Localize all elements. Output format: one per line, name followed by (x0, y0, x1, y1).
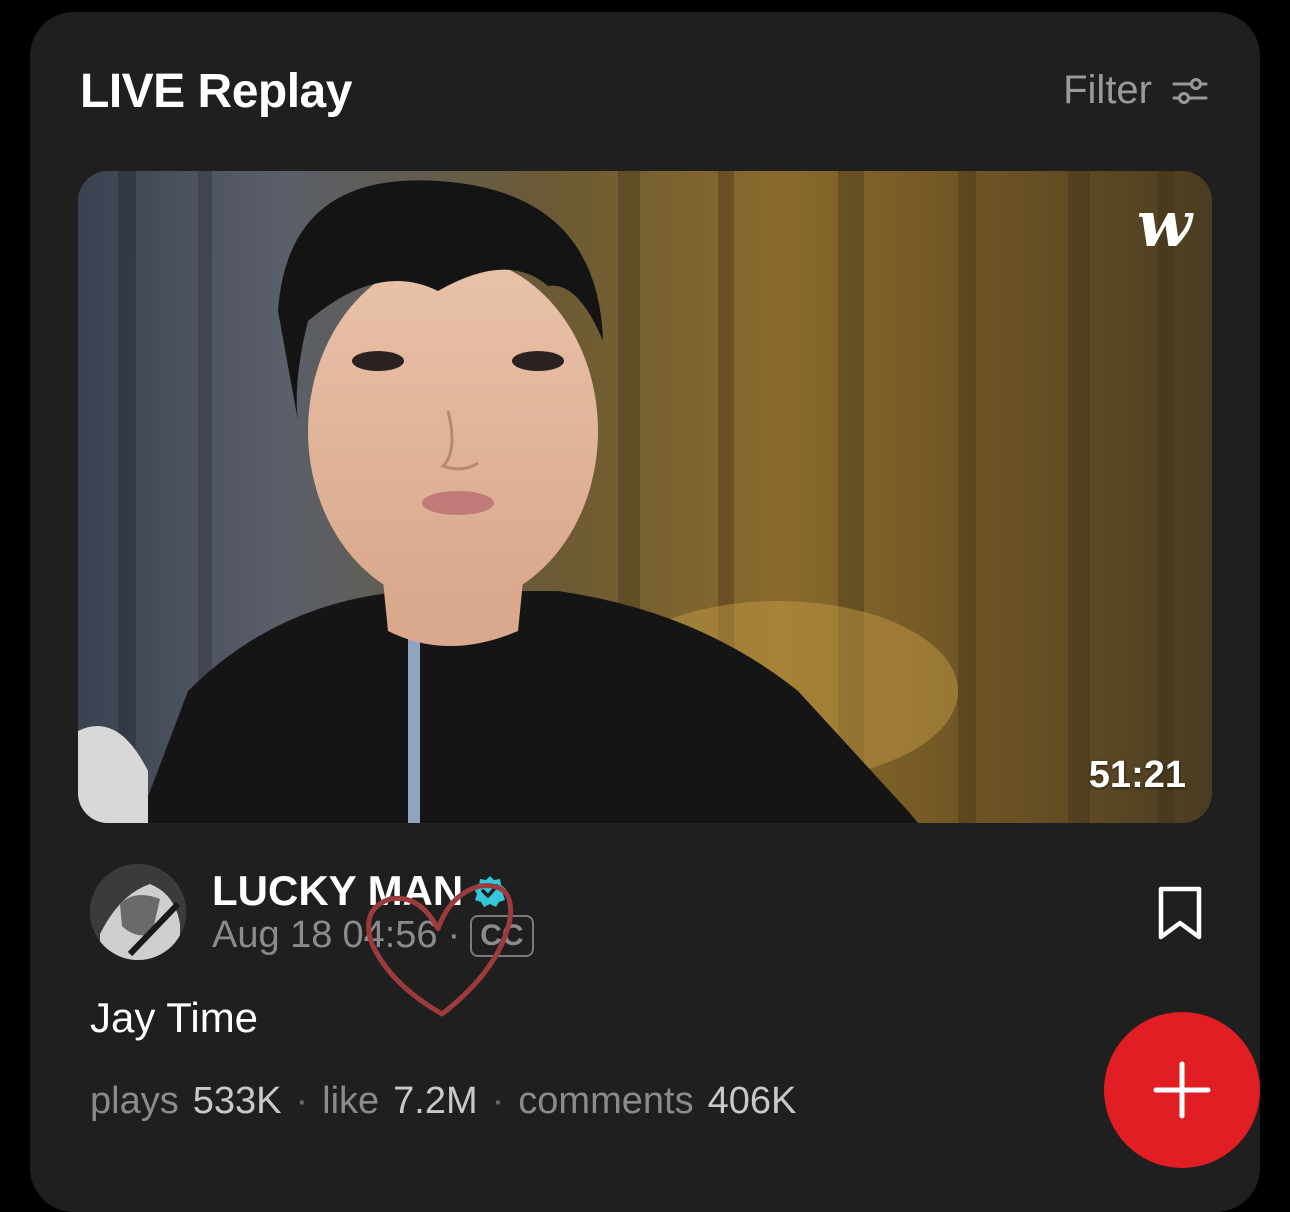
channel-name-row[interactable]: LUCKY MAN (212, 867, 507, 915)
post-time: 04:56 (342, 914, 438, 956)
meta-separator: · (447, 914, 461, 956)
stats-separator: · (295, 1080, 309, 1122)
weverse-logo: w (1136, 187, 1192, 262)
comments-label: comments (518, 1080, 694, 1122)
filter-label: Filter (1063, 68, 1152, 112)
verified-badge-icon (474, 876, 507, 907)
plays-label: plays (90, 1080, 179, 1122)
bookmark-icon[interactable] (1155, 885, 1205, 941)
filter-button[interactable]: Filter (1063, 68, 1208, 113)
stats-separator: · (491, 1080, 505, 1122)
channel-avatar[interactable] (90, 864, 186, 960)
like-count: 7.2M (393, 1080, 478, 1122)
video-thumbnail[interactable]: w 51:21 (78, 171, 1212, 823)
sliders-icon (1172, 77, 1208, 104)
avatar-image (90, 864, 186, 960)
live-replay-card: LIVE Replay Filter w 51:21 LUCKY MAN Aug… (30, 12, 1260, 1212)
add-button[interactable] (1104, 1012, 1260, 1168)
video-stats: plays 533K · like 7.2M · comments 406K (90, 1080, 796, 1123)
like-label: like (322, 1080, 380, 1122)
post-date: Aug 18 (212, 914, 333, 956)
section-title: LIVE Replay (80, 65, 352, 118)
channel-name: LUCKY MAN (212, 867, 464, 914)
video-title[interactable]: Jay Time (90, 994, 258, 1042)
video-thumbnail-image (78, 171, 1212, 823)
plus-icon (1153, 1061, 1211, 1119)
plays-count: 533K (192, 1080, 282, 1122)
comments-count: 406K (707, 1080, 797, 1122)
post-meta: Aug 18 04:56 · CC (212, 914, 534, 957)
video-duration: 51:21 (1088, 754, 1186, 796)
cc-badge: CC (470, 914, 534, 957)
